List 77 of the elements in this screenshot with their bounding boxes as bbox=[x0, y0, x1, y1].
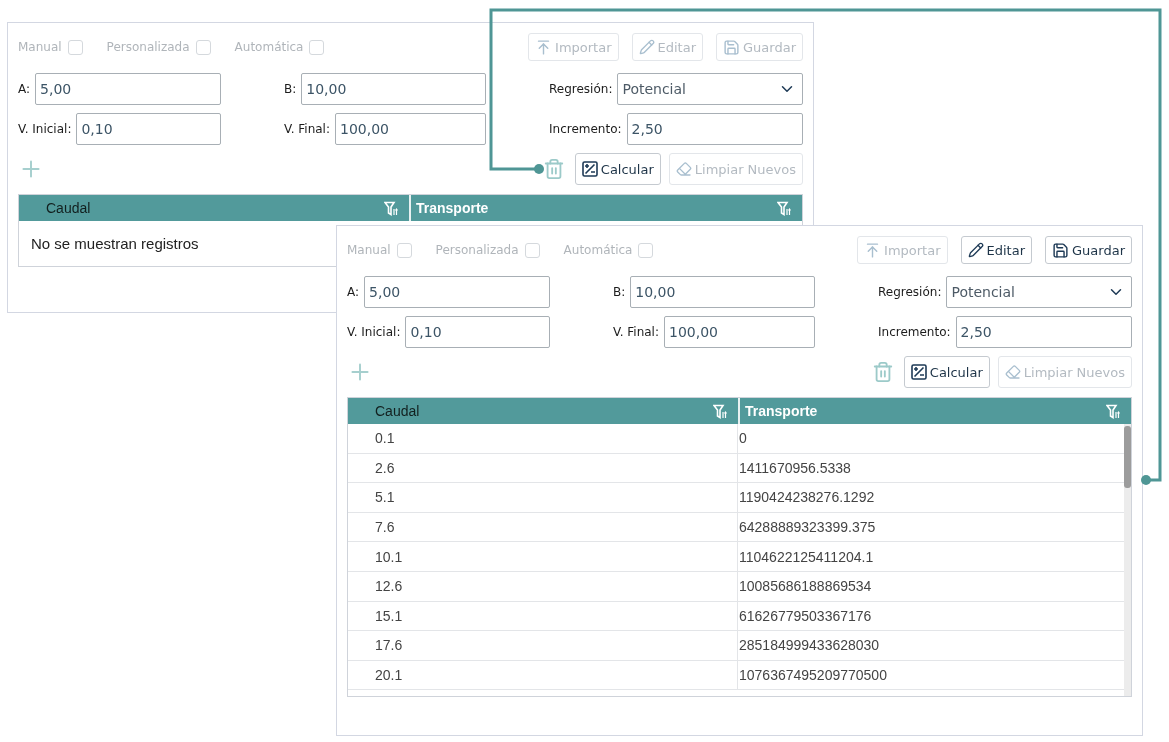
checkbox[interactable] bbox=[524, 242, 540, 258]
input-field[interactable]: 2,50 bbox=[626, 113, 803, 145]
pencil-icon bbox=[967, 242, 984, 258]
checkbox[interactable] bbox=[638, 242, 654, 258]
calculate-button[interactable]: Calcular bbox=[574, 153, 661, 185]
filter-icon[interactable] bbox=[384, 200, 399, 216]
calculate-button[interactable]: Calcular bbox=[903, 356, 990, 388]
filter-icon[interactable] bbox=[713, 403, 728, 419]
option-label: Manual bbox=[18, 40, 62, 54]
trash-icon[interactable] bbox=[542, 158, 565, 180]
table-cell: 2.6 bbox=[348, 453, 738, 483]
option-label: Personalizada bbox=[435, 243, 519, 257]
field-label: Incremento: bbox=[549, 122, 622, 136]
field-label: V. Final: bbox=[284, 122, 330, 136]
save-icon bbox=[723, 38, 741, 56]
scrollbar[interactable] bbox=[1124, 424, 1131, 696]
table-cell: 7.6 bbox=[348, 512, 738, 542]
field-label: A: bbox=[18, 82, 31, 96]
empty-message: No se muestran registros bbox=[31, 235, 199, 252]
calculator-icon bbox=[910, 364, 927, 380]
scrollbar-thumb[interactable] bbox=[1124, 426, 1131, 488]
option-label: Personalizada bbox=[106, 40, 190, 54]
option-label: Automática bbox=[234, 40, 304, 54]
eraser-icon bbox=[675, 161, 692, 177]
table-cell-text: 285184999433628030 bbox=[738, 636, 881, 656]
checkbox[interactable] bbox=[67, 39, 83, 55]
input-field[interactable]: 100,00 bbox=[335, 113, 486, 145]
eraser-icon bbox=[1004, 364, 1021, 380]
table-cell-text: 1076367495209770500 bbox=[738, 666, 888, 686]
table-cell-text: 0 bbox=[738, 429, 748, 449]
filter-icon[interactable] bbox=[1106, 403, 1121, 419]
filter-icon[interactable] bbox=[777, 200, 792, 216]
input-field[interactable]: 10,00 bbox=[630, 276, 815, 308]
regression-select[interactable]: Potencial bbox=[946, 276, 1132, 308]
field-label: B: bbox=[284, 82, 297, 96]
table-cell: 20.1 bbox=[348, 660, 738, 690]
table-cell-text: 61626779503367176 bbox=[738, 606, 873, 626]
trash-icon[interactable] bbox=[871, 361, 894, 383]
input-field[interactable]: 10,00 bbox=[301, 73, 486, 105]
checkbox[interactable] bbox=[195, 39, 211, 55]
field-label: Regresión: bbox=[878, 285, 942, 299]
edit-button[interactable]: Editar bbox=[960, 236, 1033, 264]
calculator-icon bbox=[581, 161, 598, 177]
table-cell-text: 1411670956.5338 bbox=[738, 458, 852, 478]
input-field[interactable]: 5,00 bbox=[364, 276, 550, 308]
field-label: V. Final: bbox=[613, 325, 659, 339]
table-cell: 17.6 bbox=[348, 631, 738, 660]
save-button[interactable]: Guardar bbox=[1045, 236, 1132, 264]
input-field[interactable]: 2,50 bbox=[955, 316, 1132, 348]
field-label: V. Inicial: bbox=[347, 325, 401, 339]
input-field[interactable]: 0,10 bbox=[405, 316, 550, 348]
table-cell-text: 1190424238276.1292 bbox=[738, 488, 876, 508]
option-label: Automática bbox=[563, 243, 633, 257]
field-label: B: bbox=[613, 285, 626, 299]
field-label: Incremento: bbox=[878, 325, 951, 339]
column-header[interactable]: Caudal bbox=[19, 195, 411, 221]
input-field[interactable]: 100,00 bbox=[664, 316, 815, 348]
table-cell: 10.1 bbox=[348, 542, 738, 571]
field-label: V. Inicial: bbox=[18, 122, 72, 136]
table-cell-text: 64288889323399.375 bbox=[738, 518, 877, 538]
checkbox[interactable] bbox=[309, 39, 325, 55]
table-cell: 15.1 bbox=[348, 601, 738, 631]
table-cell: 0.1 bbox=[348, 424, 738, 453]
option-label: Manual bbox=[347, 243, 391, 257]
input-field[interactable]: 5,00 bbox=[35, 73, 221, 105]
table-cell: 12.6 bbox=[348, 571, 738, 601]
save-icon bbox=[1052, 241, 1070, 259]
regression-select[interactable]: Potencial bbox=[617, 73, 803, 105]
column-header[interactable]: Caudal bbox=[348, 398, 740, 424]
pencil-icon bbox=[638, 39, 655, 55]
table-cell-text: 1104622125411204.1 bbox=[738, 547, 875, 567]
table-cell-text: 10085686188869534 bbox=[738, 577, 873, 597]
table-cell: 5.1 bbox=[348, 483, 738, 512]
input-field[interactable]: 0,10 bbox=[76, 113, 221, 145]
checkbox[interactable] bbox=[396, 242, 412, 258]
field-label: A: bbox=[347, 285, 360, 299]
field-label: Regresión: bbox=[549, 82, 613, 96]
